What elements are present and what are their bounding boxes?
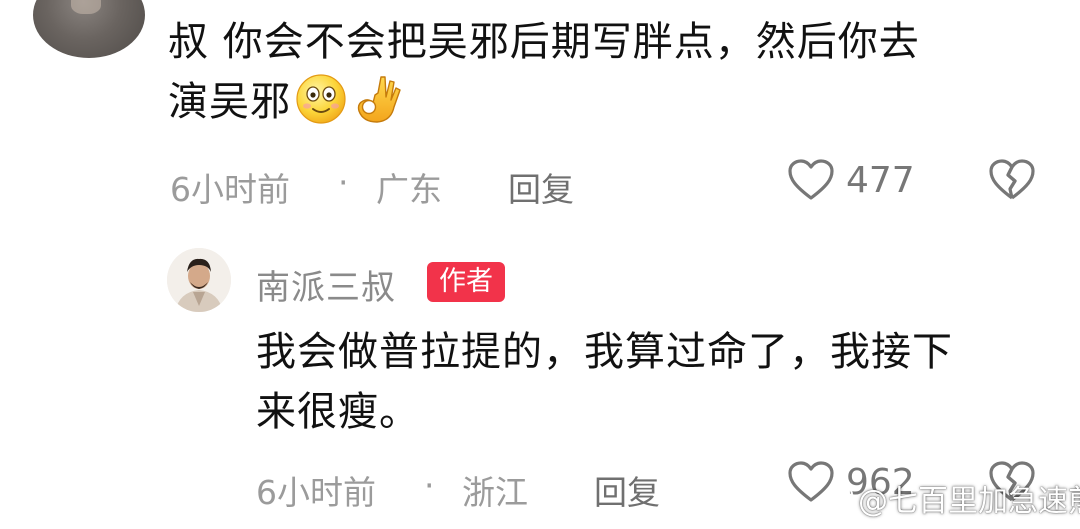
comment-line-1: 叔 你会不会把吴邪后期写胖点，然后你去 <box>168 19 920 65</box>
reply-line-2: 来很瘦。 <box>256 389 420 435</box>
reply-button[interactable]: 回复 <box>508 163 574 211</box>
comment-line-2: 演吴邪 <box>168 72 1048 132</box>
reply-text: 我会做普拉提的，我算过命了，我接下 来很瘦。 <box>256 322 1056 442</box>
like-count: 477 <box>846 160 915 201</box>
reply-location: 浙江 <box>462 473 528 512</box>
author-portrait-icon <box>167 248 231 312</box>
heart-icon[interactable] <box>787 158 835 202</box>
broken-heart-icon[interactable] <box>988 158 1036 202</box>
author-badge: 作者 <box>427 262 505 302</box>
watermark: @七百里加急速煎饼 <box>820 476 1080 520</box>
watermark-text: @七百里加急速煎饼 <box>858 484 1080 519</box>
author-avatar[interactable] <box>167 248 231 312</box>
meta-separator: · <box>424 466 435 505</box>
smile-emoji-icon <box>296 74 346 124</box>
reply-time: 6小时前 <box>256 473 376 512</box>
reply-line-1: 我会做普拉提的，我算过命了，我接下 <box>256 329 953 375</box>
comment-text: 叔 你会不会把吴邪后期写胖点，然后你去 演吴邪 <box>168 12 1048 132</box>
commenter-avatar[interactable] <box>33 0 145 58</box>
reply-button[interactable]: 回复 <box>594 466 660 514</box>
weibo-logo-icon <box>821 486 853 512</box>
ok-hand-emoji-icon <box>357 76 401 123</box>
author-name[interactable]: 南派三叔 <box>256 260 396 309</box>
comment-location: 广东 <box>376 170 442 209</box>
comment-line-2-text: 演吴邪 <box>168 79 291 125</box>
meta-separator: · <box>338 163 349 202</box>
comment-time: 6小时前 <box>170 170 290 209</box>
